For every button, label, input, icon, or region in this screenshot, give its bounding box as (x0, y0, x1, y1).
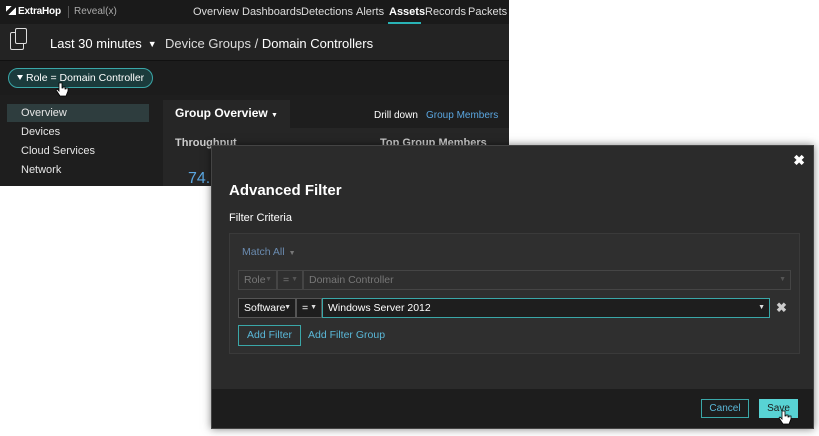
filter-value-input[interactable]: Windows Server 2012 ▼ (322, 298, 770, 318)
nav-records[interactable]: Records (425, 6, 466, 18)
sidebar-item-overview[interactable]: Overview (7, 104, 149, 122)
logo-text: ExtraHop (18, 6, 61, 17)
add-filter-group-link[interactable]: Add Filter Group (308, 329, 385, 341)
operator-value: = (302, 302, 309, 314)
product-name: Reveal(x) (74, 6, 117, 17)
hand-cursor-icon (55, 82, 69, 97)
group-members-link[interactable]: Group Members (426, 110, 498, 121)
add-filter-button[interactable]: Add Filter (238, 325, 301, 346)
chevron-down-icon: ▼ (271, 112, 278, 119)
close-icon[interactable]: ✖ (793, 152, 805, 169)
filter-criteria-box: Match All ▼ Role ▼ = ▼ Domain Controller ▼ S… (229, 233, 800, 354)
chevron-down-icon: ▼ (310, 304, 317, 311)
logo-divider (68, 6, 69, 18)
filter-value-select: Domain Controller ▼ (303, 270, 791, 290)
filter-pill-label: Role = Domain Controller (26, 72, 145, 84)
nav-assets[interactable]: Assets (389, 6, 425, 18)
extrahop-logo[interactable]: ExtraHop (6, 6, 61, 17)
role-filter-pill[interactable]: Role = Domain Controller (8, 68, 154, 88)
top-navigation: ExtraHop Reveal(x) Overview Dashboards D… (0, 0, 509, 24)
sidebar-item-devices[interactable]: Devices (7, 123, 149, 141)
logo-mark-icon (6, 6, 16, 15)
cancel-button[interactable]: Cancel (701, 399, 749, 418)
breadcrumb: Device Groups / Domain Controllers (165, 36, 373, 51)
chevron-down-icon: ▼ (758, 304, 765, 311)
field-value: Software (244, 302, 286, 314)
field-value: Role (244, 274, 266, 286)
sidebar: Overview Devices Cloud Services Network (0, 95, 163, 186)
nav-dashboards[interactable]: Dashboards (242, 6, 301, 18)
group-overview-dropdown[interactable]: Group Overview ▼ (175, 106, 278, 120)
filter-row-software: Software ▼ = ▼ Windows Server 2012 ▼ ✖ (238, 298, 793, 318)
dialog-title: Advanced Filter (229, 182, 342, 199)
throughput-value: 74. (188, 170, 211, 186)
time-range-selector[interactable]: Last 30 minutes ▼ (50, 36, 157, 51)
chevron-down-icon: ▼ (288, 250, 296, 257)
hand-cursor-icon (778, 410, 792, 425)
chevron-down-icon: ▼ (284, 304, 291, 311)
filter-icon (17, 75, 23, 80)
sidebar-item-network[interactable]: Network (7, 161, 149, 179)
group-overview-label: Group Overview (175, 106, 268, 120)
filter-field-select: Role ▼ (238, 270, 277, 290)
filter-row-role: Role ▼ = ▼ Domain Controller ▼ (238, 270, 793, 290)
time-range-label: Last 30 minutes (50, 36, 142, 51)
value-text: Domain Controller (309, 274, 394, 286)
nav-overview[interactable]: Overview (193, 6, 239, 18)
chevron-down-icon: ▼ (779, 276, 786, 283)
chevron-down-icon: ▼ (147, 39, 157, 49)
operator-select[interactable]: = ▼ (296, 298, 322, 318)
sub-toolbar: Last 30 minutes ▼ Device Groups / Domain … (0, 24, 509, 61)
device-group-icon (10, 28, 27, 50)
operator-value: = (283, 274, 290, 286)
dialog-footer: Cancel Save (212, 389, 813, 428)
operator-select: = ▼ (277, 270, 303, 290)
breadcrumb-separator: / (254, 36, 259, 51)
match-all-label: Match All (242, 246, 285, 258)
drill-down-button[interactable]: Drill down (374, 110, 418, 121)
nav-alerts[interactable]: Alerts (356, 6, 384, 18)
advanced-filter-dialog: ✖ Advanced Filter Filter Criteria Match … (211, 145, 814, 429)
value-text: Windows Server 2012 (328, 302, 431, 314)
breadcrumb-current: Domain Controllers (261, 36, 374, 51)
match-all-dropdown: Match All ▼ (242, 246, 296, 258)
filter-criteria-label: Filter Criteria (229, 212, 292, 224)
chevron-down-icon: ▼ (291, 276, 298, 283)
breadcrumb-parent[interactable]: Device Groups (165, 36, 251, 51)
sidebar-item-cloud-services[interactable]: Cloud Services (7, 142, 149, 160)
remove-filter-icon[interactable]: ✖ (776, 298, 787, 318)
nav-detections[interactable]: Detections (301, 6, 353, 18)
chevron-down-icon: ▼ (265, 276, 272, 283)
filter-field-select[interactable]: Software ▼ (238, 298, 296, 318)
nav-packets[interactable]: Packets (468, 6, 507, 18)
